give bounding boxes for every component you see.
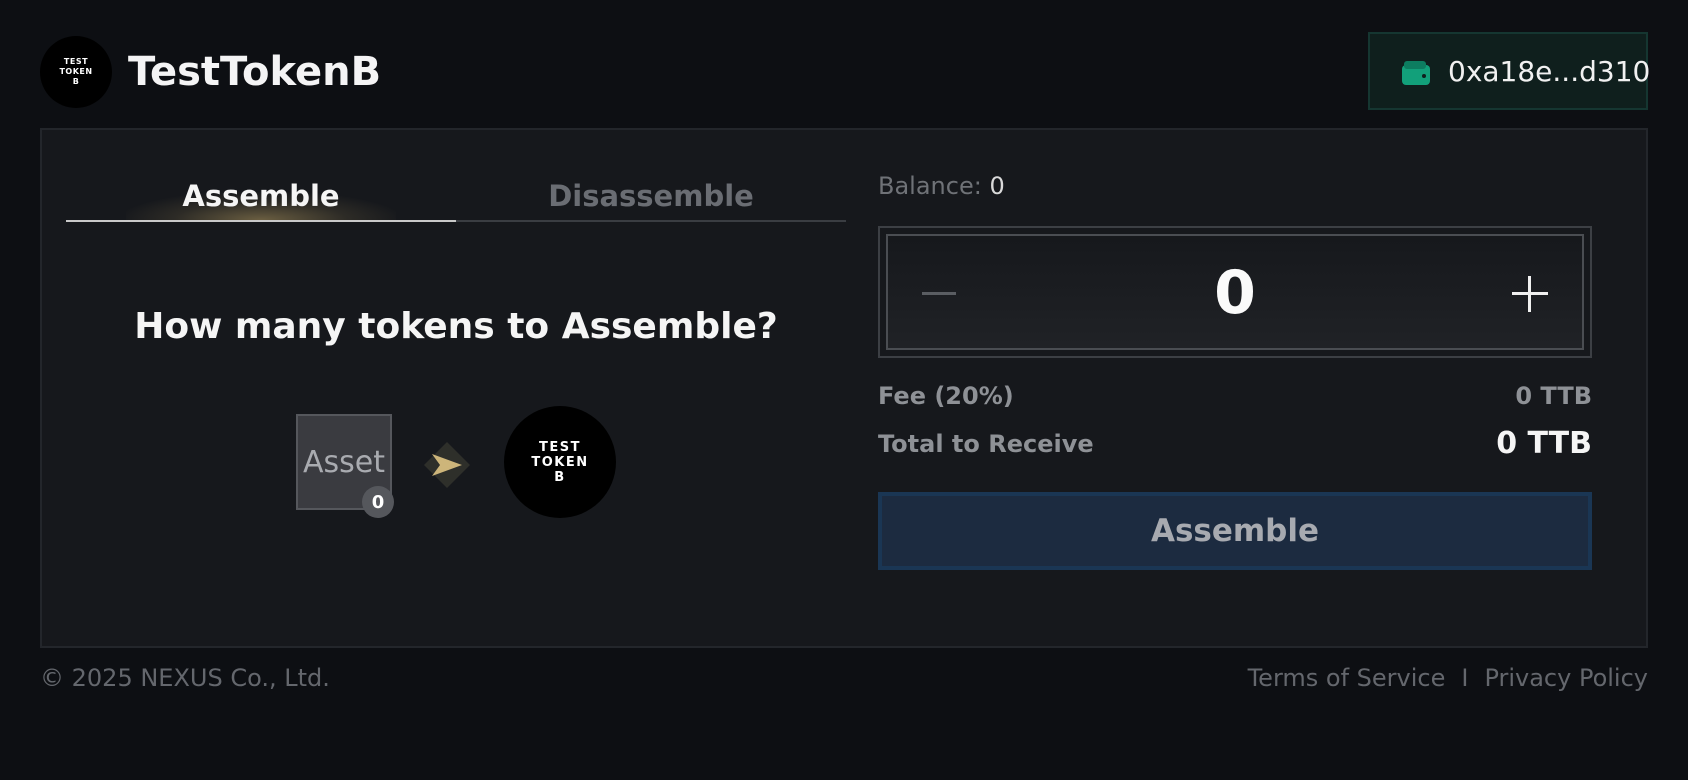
token-line-2: TOKEN [531,454,589,470]
privacy-link[interactable]: Privacy Policy [1484,664,1648,692]
total-label: Total to Receive [878,429,1094,458]
plus-icon[interactable] [1510,274,1550,314]
active-tab-indicator [66,220,456,222]
total-row: Total to Receive 0 TTB [878,426,1592,461]
tab-disassemble[interactable]: Disassemble [456,170,846,222]
footer-links: Terms of Service I Privacy Policy [1248,664,1648,692]
fee-value: 0 TTB [1515,382,1592,410]
token-line-3: B [554,469,566,485]
terms-link[interactable]: Terms of Service [1248,664,1446,692]
assemble-question: How many tokens to Assemble? [134,306,778,347]
asset-label: Asset [302,444,385,480]
page-title: TestTokenB [128,49,382,95]
stepper-field[interactable]: 0 [886,234,1584,350]
assemble-panel: Assemble Disassemble How many tokens to … [40,128,1648,648]
token-icon: TEST TOKEN B [504,406,616,518]
token-line-1: TEST [539,439,581,455]
assemble-button[interactable]: Assemble [878,492,1592,570]
total-value: 0 TTB [1496,426,1592,461]
fee-label: Fee (20%) [878,382,1014,410]
tab-assemble[interactable]: Assemble [66,170,456,222]
balance-value: 0 [989,172,1005,200]
balance: Balance: 0 [878,172,1005,200]
logo-line-2: TOKEN [59,67,93,76]
arrow-right-icon [422,440,472,490]
fee-row: Fee (20%) 0 TTB [878,382,1592,410]
asset-count-badge: 0 [362,486,394,518]
tab-bar: Assemble Disassemble [66,170,846,222]
wallet-button[interactable]: 0xa18e...d310 [1368,32,1651,110]
header: TEST TOKEN B TestTokenB 0xa18e...d310 [40,32,1650,110]
logo-line-1: TEST [63,57,89,66]
quantity-value[interactable]: 0 [888,258,1582,328]
wallet-address: 0xa18e...d310 [1448,54,1651,88]
copyright: © 2025 NEXUS Co., Ltd. [40,664,330,692]
token-logo[interactable]: TEST TOKEN B [40,36,112,108]
quantity-stepper: 0 [878,226,1592,358]
balance-label: Balance: [878,172,982,200]
wallet-icon [1402,59,1430,85]
logo-line-3: B [72,77,80,86]
footer-separator: I [1461,664,1469,692]
